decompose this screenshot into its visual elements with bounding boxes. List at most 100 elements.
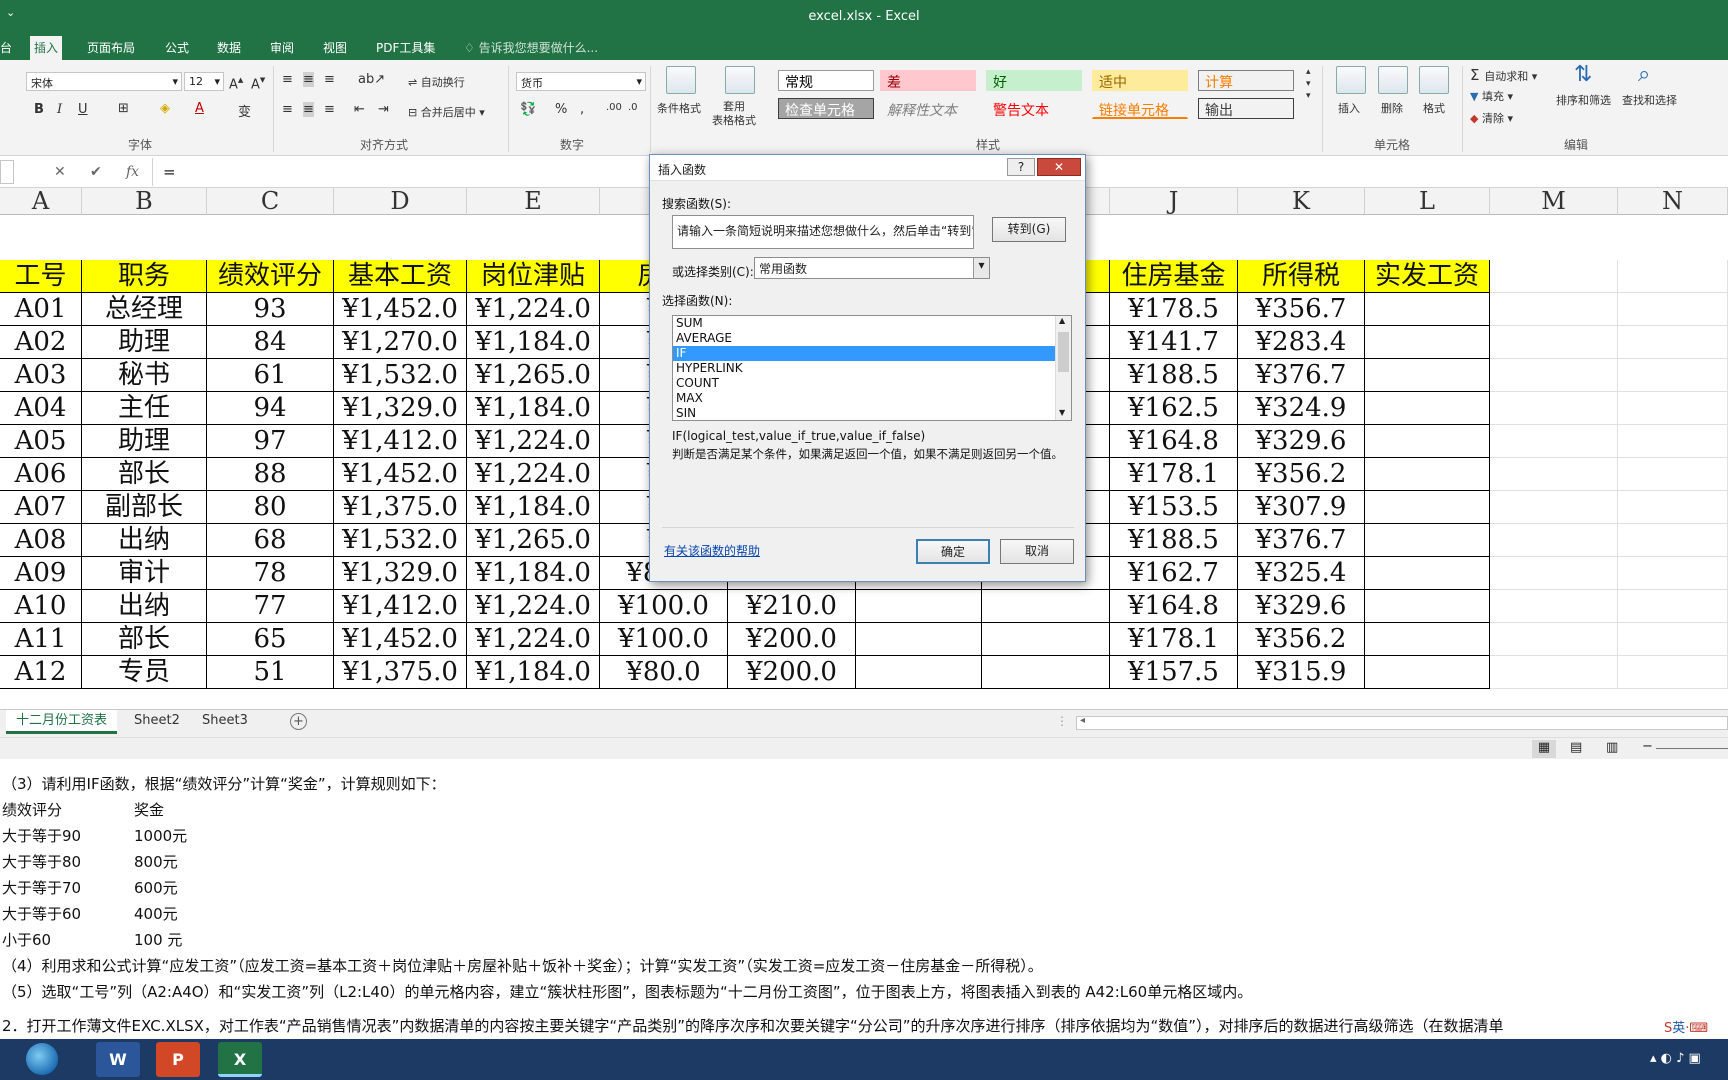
table-cell[interactable]: ¥1,184.0 [467,656,600,689]
wrap-text-button[interactable]: ⇌ 自动换行 [408,74,465,90]
column-header[interactable]: K [1238,188,1365,215]
bold-icon[interactable]: B [34,102,44,117]
header-cell[interactable] [1490,260,1618,293]
table-cell[interactable]: A03 [0,359,82,392]
table-cell[interactable]: ¥1,375.0 [334,656,467,689]
table-cell[interactable]: ¥153.5 [1110,491,1238,524]
italic-icon[interactable]: I [57,102,62,117]
table-cell[interactable] [1618,326,1728,359]
function-list-item[interactable]: AVERAGE [673,331,1055,346]
format-cells-button[interactable]: 格式 [1423,100,1445,116]
table-cell[interactable]: 主任 [82,392,207,425]
chevron-down-icon[interactable]: ▾ [973,258,989,278]
table-cell[interactable] [856,590,982,623]
table-cell[interactable]: ¥1,412.0 [334,590,467,623]
sheet-tab-sheet3[interactable]: Sheet3 [192,710,258,734]
conditional-format-button[interactable]: 条件格式 [657,100,701,116]
table-cell[interactable]: ¥1,224.0 [467,623,600,656]
table-cell[interactable]: ¥1,184.0 [467,491,600,524]
table-cell[interactable] [1365,458,1490,491]
table-cell[interactable] [1490,458,1618,491]
header-cell[interactable]: 住房基金 [1110,260,1238,293]
table-cell[interactable]: ¥200.0 [728,623,856,656]
autosum-button[interactable]: Σ 自动求和 ▾ [1470,66,1537,84]
table-cell[interactable]: A08 [0,524,82,557]
normal-view-icon[interactable]: ▦ [1532,740,1556,758]
table-cell[interactable]: 总经理 [82,293,207,326]
table-cell[interactable]: 97 [207,425,334,458]
table-cell[interactable]: ¥376.7 [1238,524,1365,557]
table-cell[interactable]: ¥1,184.0 [467,326,600,359]
table-cell[interactable]: A06 [0,458,82,491]
table-cell[interactable]: ¥356.7 [1238,293,1365,326]
table-cell[interactable] [982,656,1110,689]
table-cell[interactable] [1618,359,1728,392]
table-cell[interactable]: 77 [207,590,334,623]
table-cell[interactable] [1365,425,1490,458]
gallery-scroll-icon[interactable]: ▴ ▾ ▾ [1306,66,1311,102]
function-list-item[interactable]: SIN [673,406,1055,420]
table-cell[interactable]: ¥376.7 [1238,359,1365,392]
table-cell[interactable]: ¥1,452.0 [334,458,467,491]
tab-formulas[interactable]: 公式 [165,39,189,56]
table-cell[interactable]: 84 [207,326,334,359]
header-cell[interactable]: 所得税 [1238,260,1365,293]
table-cell[interactable]: ¥1,270.0 [334,326,467,359]
function-list-item[interactable]: IF [673,346,1055,361]
font-size-select[interactable]: 12 ▾ [184,72,224,91]
number-format-select[interactable]: 货币 ▾ [516,72,646,91]
table-cell[interactable] [1490,590,1618,623]
table-cell[interactable]: ¥1,532.0 [334,524,467,557]
table-cell[interactable]: 出纳 [82,524,207,557]
table-cell[interactable] [1365,392,1490,425]
fill-button[interactable]: ▼ 填充 ▾ [1470,88,1513,104]
powerpoint-app-icon[interactable]: P [156,1042,200,1077]
tab-page-layout[interactable]: 页面布局 [87,39,135,56]
category-select[interactable]: 常用函数 ▾ [754,257,990,279]
header-cell[interactable]: 工号 [0,260,82,293]
table-cell[interactable]: ¥164.8 [1110,425,1238,458]
function-list-item[interactable]: SUM [673,316,1055,331]
scroll-down-icon[interactable]: ▼ [1059,408,1065,417]
decrease-decimal-icon[interactable]: .0 [628,102,638,113]
merge-center-button[interactable]: ⊟ 合并后居中 ▾ [408,104,485,120]
tab-home-edge[interactable]: 台 [0,39,12,56]
table-cell[interactable]: ¥164.8 [1110,590,1238,623]
table-cell[interactable] [982,590,1110,623]
format-cells-icon[interactable] [1419,66,1449,94]
table-cell[interactable] [1490,524,1618,557]
table-cell[interactable] [1618,623,1728,656]
sort-filter-button[interactable]: 排序和筛选 [1556,92,1611,108]
table-cell[interactable]: ¥1,224.0 [467,590,600,623]
table-cell[interactable] [1618,392,1728,425]
scroll-left-icon[interactable]: ◂ [1080,715,1085,726]
header-cell[interactable]: 实发工资 [1365,260,1490,293]
align-bottom-icon[interactable]: ≡ [324,72,335,87]
currency-icon[interactable]: 💱 [520,102,536,117]
table-cell[interactable]: ¥1,265.0 [467,359,600,392]
table-cell[interactable]: ¥1,412.0 [334,425,467,458]
column-header[interactable]: B [82,188,207,215]
table-cell[interactable]: 88 [207,458,334,491]
table-cell[interactable]: A01 [0,293,82,326]
phonetic-icon[interactable]: 变 [238,101,251,120]
find-icon[interactable]: ⌕ [1638,62,1650,87]
table-cell[interactable]: ¥1,224.0 [467,458,600,491]
table-cell[interactable] [1490,326,1618,359]
delete-cells-icon[interactable] [1378,66,1408,94]
cell-style-option[interactable]: 常规 [778,70,874,91]
name-box[interactable] [0,160,14,184]
table-cell[interactable]: ¥162.7 [1110,557,1238,590]
percent-icon[interactable]: % [555,102,567,117]
clear-button[interactable]: ◆ 清除 ▾ [1470,110,1513,126]
ime-indicator[interactable]: S英·⌨ [1664,1017,1709,1036]
start-button-icon[interactable] [26,1043,58,1075]
cancel-icon[interactable]: ✕ [54,164,66,180]
align-middle-icon[interactable]: ≡ [303,72,314,87]
table-cell[interactable]: 68 [207,524,334,557]
cell-style-option[interactable]: 输出 [1198,98,1294,119]
table-cell[interactable]: 部长 [82,458,207,491]
table-cell[interactable]: ¥325.4 [1238,557,1365,590]
column-header[interactable]: D [334,188,467,215]
align-top-icon[interactable]: ≡ [282,72,293,87]
